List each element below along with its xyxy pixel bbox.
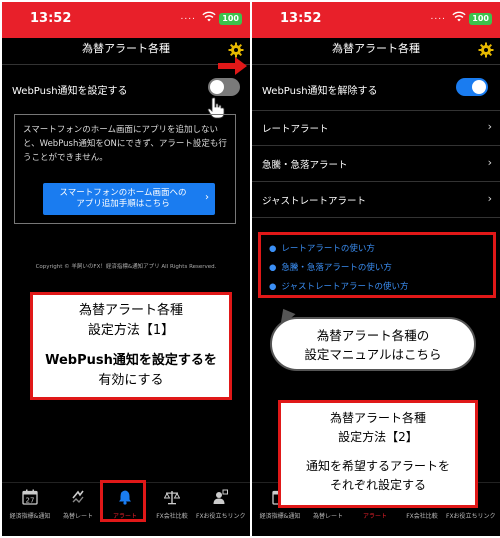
notice-text: スマートフォンのホーム画面にアプリを追加しないと、WebPush通知をONにでき… (23, 125, 227, 163)
chevron-right-icon: › (487, 192, 492, 205)
status-bar: 13:52 .... 100 (252, 2, 500, 38)
user-link-icon (213, 489, 228, 504)
button-label-line1: スマートフォンのホーム画面への (59, 188, 187, 198)
link-label: レートアラートの使い方 (281, 244, 375, 254)
signal-dots: .... (180, 12, 196, 22)
bubble-line1: 為替アラート各種の (316, 328, 430, 343)
menu-rate-alert[interactable]: レートアラート › (252, 110, 500, 146)
exchange-icon (72, 490, 84, 504)
phone-screen-left: 13:52 .... 100 為替アラート各種 WebPush通知を設定する ス… (2, 2, 250, 536)
menu-label: レートアラート (262, 124, 329, 135)
callout-line4: それぞれ設定する (329, 478, 426, 492)
menu-label: 急騰・急落アラート (262, 160, 348, 171)
link-surge-plunge-howto[interactable]: ● 急騰・急落アラートの使い方 (269, 261, 392, 273)
button-label: スマートフォンのホーム画面への アプリ追加手順はこちら (49, 188, 197, 210)
tab-label: 経済指標&通知 (259, 513, 301, 520)
home-screen-notice: スマートフォンのホーム画面にアプリを追加しないと、WebPush通知をONにでき… (14, 114, 236, 224)
tab-fx-company-compare[interactable]: FX会社比較 (148, 489, 196, 529)
wifi-icon (452, 11, 466, 22)
divider (2, 64, 250, 65)
webpush-label: WebPush通知を設定する (12, 86, 128, 97)
battery-indicator: 100 (219, 13, 242, 25)
add-to-home-guide-button[interactable]: スマートフォンのホーム画面への アプリ追加手順はこちら › (43, 183, 215, 215)
tab-label: 経済指標&通知 (9, 513, 51, 520)
instruction-callout-step2: 為替アラート各種 設定方法【2】 通知を希望するアラートを それぞれ設定する (278, 400, 478, 508)
webpush-toggle[interactable] (456, 78, 488, 96)
callout-line3: 通知を希望するアラートを (305, 459, 450, 473)
copyright-text: Copyright © 羊飼いのFX！経済指標&通知アプリ All Rights… (35, 264, 217, 270)
tab-fx-useful-links[interactable]: FXお役立ちリンク (196, 489, 246, 529)
bubble-line2: 設定マニュアルはこちら (304, 347, 442, 362)
arrow-right-icon (218, 57, 247, 75)
callout-line3: WebPush通知を設定するを (45, 353, 217, 368)
phone-screen-right: 13:52 .... 100 為替アラート各種 WebPush通知を解除する レ… (252, 2, 500, 536)
tab-label: 為替レート (312, 513, 343, 520)
wifi-icon (202, 11, 216, 22)
status-time: 13:52 (280, 11, 322, 26)
callout-line2: 設定方法【1】 (87, 323, 175, 338)
tab-exchange-rate[interactable]: 為替レート (54, 489, 102, 529)
manual-speech-bubble: 為替アラート各種の 設定マニュアルはこちら (270, 317, 476, 371)
divider (252, 64, 500, 65)
battery-indicator: 100 (469, 13, 492, 25)
scale-icon (164, 491, 180, 505)
tab-economic-indicators[interactable]: 27 経済指標&通知 (6, 489, 54, 529)
tab-label: アラート (362, 513, 387, 520)
chevron-right-icon: › (487, 120, 492, 133)
link-label: 急騰・急落アラートの使い方 (281, 263, 392, 273)
link-just-rate-howto[interactable]: ● ジャストレートアラートの使い方 (269, 280, 409, 292)
tab-label: FXお役立ちリンク (446, 513, 496, 520)
status-bar: 13:52 .... 100 (2, 2, 250, 38)
menu-label: ジャストレートアラート (262, 196, 367, 207)
webpush-toggle[interactable] (208, 78, 240, 96)
button-label-line2: アプリ追加手順はこちら (76, 199, 170, 209)
chevron-right-icon: › (487, 156, 492, 169)
gear-icon[interactable] (478, 42, 494, 58)
status-time: 13:52 (30, 11, 72, 26)
tab-label: FXお役立ちリンク (196, 513, 246, 520)
tab-label: FX会社比較 (406, 513, 438, 520)
calendar-icon: 27 (22, 489, 38, 505)
page-title: 為替アラート各種 (82, 42, 170, 55)
bullet-icon: ● (269, 282, 277, 292)
menu-surge-plunge-alert[interactable]: 急騰・急落アラート › (252, 146, 500, 182)
instruction-callout-step1: 為替アラート各種 設定方法【1】 WebPush通知を設定するを 有効にする (30, 292, 232, 400)
link-label: ジャストレートアラートの使い方 (281, 282, 409, 292)
chevron-right-icon: › (205, 192, 209, 203)
page-title: 為替アラート各種 (332, 42, 420, 55)
bullet-icon: ● (269, 263, 277, 273)
calendar-day: 27 (26, 497, 35, 505)
manual-links-box: ● レートアラートの使い方 ● 急騰・急落アラートの使い方 ● ジャストレートアラート… (258, 232, 496, 298)
signal-dots: .... (430, 12, 446, 22)
tab-label: 為替レート (62, 513, 93, 520)
callout-line4: 有効にする (98, 373, 164, 388)
callout-line1: 為替アラート各種 (329, 411, 426, 425)
toggle-knob (210, 80, 224, 94)
callout-line2: 設定方法【2】 (338, 430, 418, 444)
webpush-label: WebPush通知を解除する (262, 86, 378, 97)
toggle-knob (472, 80, 486, 94)
link-rate-alert-howto[interactable]: ● レートアラートの使い方 (269, 242, 375, 254)
menu-just-rate-alert[interactable]: ジャストレートアラート › (252, 182, 500, 218)
bullet-icon: ● (269, 244, 277, 254)
active-tab-highlight (100, 480, 146, 522)
callout-line1: 為替アラート各種 (78, 303, 183, 318)
tab-label: FX会社比較 (156, 513, 188, 520)
